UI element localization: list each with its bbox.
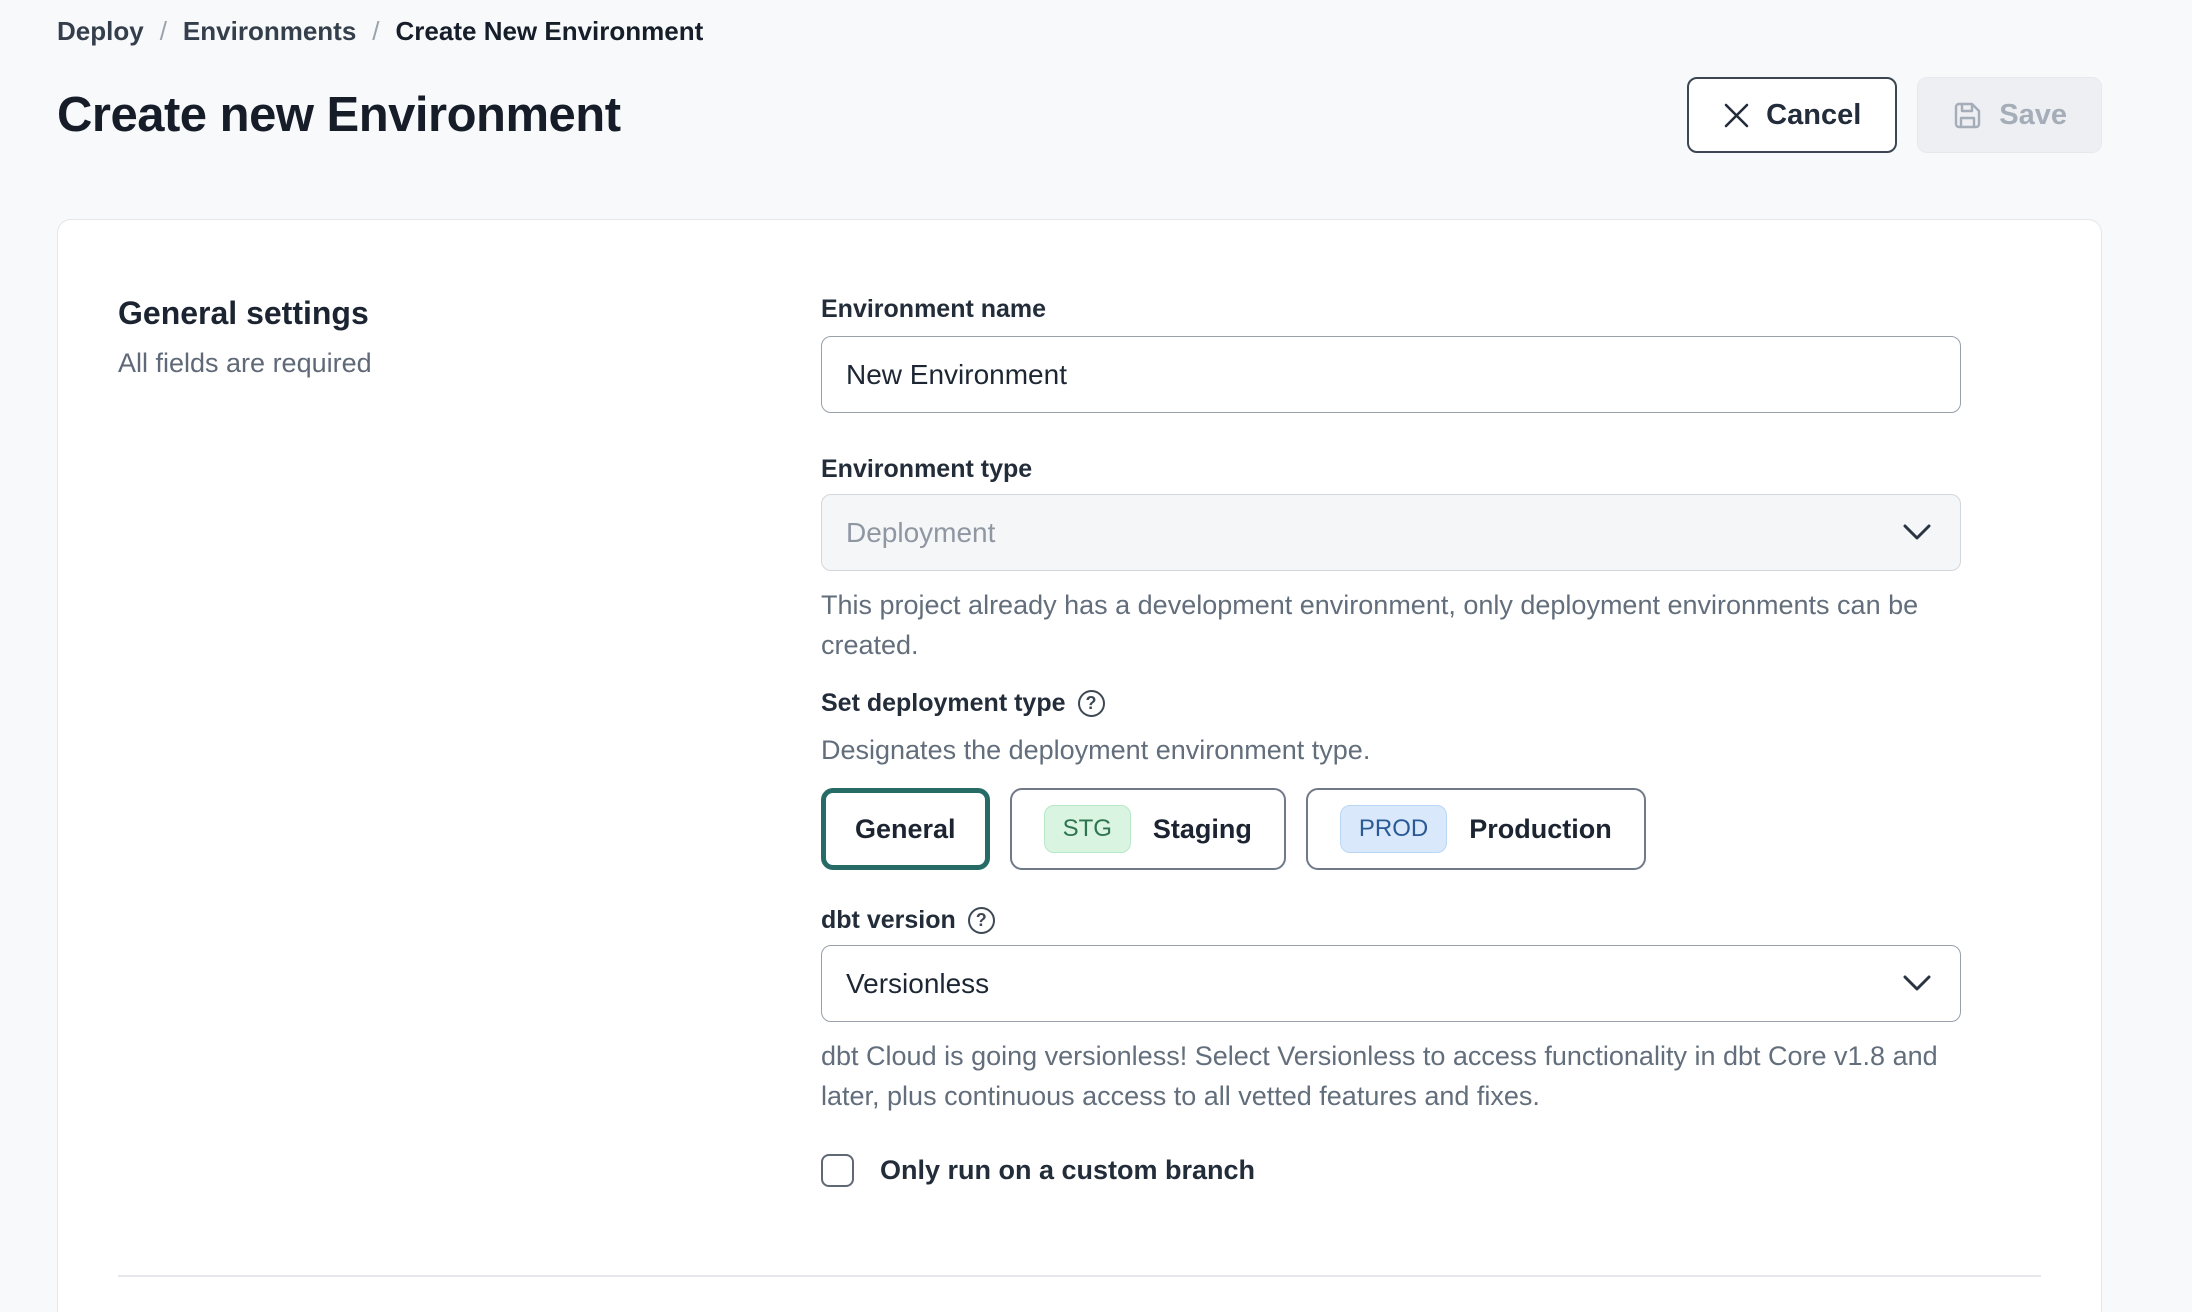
- staging-badge: STG: [1044, 805, 1131, 853]
- environment-type-value: Deployment: [846, 517, 995, 549]
- custom-branch-row: Only run on a custom branch: [821, 1154, 1961, 1187]
- deployment-type-general-label: General: [855, 814, 956, 845]
- page-title: Create new Environment: [57, 87, 621, 143]
- deployment-type-production-button[interactable]: PROD Production: [1306, 788, 1646, 870]
- save-button[interactable]: Save: [1917, 77, 2102, 153]
- help-icon[interactable]: ?: [1078, 690, 1105, 717]
- deployment-type-options: General STG Staging PROD Production: [821, 788, 1961, 870]
- breadcrumb-separator: /: [160, 16, 167, 47]
- deployment-type-general-button[interactable]: General: [821, 788, 990, 870]
- environment-name-label: Environment name: [821, 295, 1961, 324]
- custom-branch-label: Only run on a custom branch: [880, 1155, 1255, 1186]
- breadcrumb-deploy[interactable]: Deploy: [57, 16, 144, 47]
- dbt-version-label-text: dbt version: [821, 906, 956, 935]
- environment-type-label: Environment type: [821, 455, 1961, 484]
- section-subheading: All fields are required: [118, 348, 821, 379]
- cancel-button[interactable]: Cancel: [1687, 77, 1897, 153]
- create-environment-page: Deploy / Environments / Create New Envir…: [0, 0, 2192, 1312]
- settings-description-column: General settings All fields are required: [118, 295, 821, 1187]
- breadcrumb-environments[interactable]: Environments: [183, 16, 356, 47]
- cancel-button-label: Cancel: [1766, 99, 1861, 132]
- settings-form-column: Environment name Environment type Deploy…: [821, 295, 1961, 1187]
- deployment-type-production-label: Production: [1469, 814, 1612, 845]
- deployment-type-staging-label: Staging: [1153, 814, 1252, 845]
- environment-type-select: Deployment: [821, 494, 1961, 571]
- production-badge: PROD: [1340, 805, 1447, 853]
- chevron-down-icon: [1902, 968, 1932, 1000]
- page-header: Create new Environment Cancel: [57, 77, 2102, 153]
- custom-branch-checkbox[interactable]: [821, 1154, 854, 1187]
- deployment-type-staging-button[interactable]: STG Staging: [1010, 788, 1286, 870]
- floppy-disk-icon: [1952, 100, 1983, 131]
- dbt-version-value: Versionless: [846, 968, 989, 1000]
- deployment-type-label-text: Set deployment type: [821, 689, 1066, 718]
- dbt-version-label: dbt version ?: [821, 906, 1961, 935]
- chevron-down-icon: [1902, 517, 1932, 549]
- deployment-type-helper: Designates the deployment environment ty…: [821, 730, 1961, 770]
- close-icon: [1723, 102, 1750, 129]
- breadcrumb: Deploy / Environments / Create New Envir…: [57, 16, 2102, 47]
- dbt-version-helper: dbt Cloud is going versionless! Select V…: [821, 1036, 1961, 1116]
- breadcrumb-separator: /: [372, 16, 379, 47]
- help-icon[interactable]: ?: [968, 907, 995, 934]
- section-heading: General settings: [118, 295, 821, 332]
- deployment-type-label: Set deployment type ?: [821, 689, 1961, 718]
- environment-name-field: Environment name: [821, 295, 1961, 413]
- environment-type-helper: This project already has a development e…: [821, 585, 1961, 665]
- deployment-type-field: Set deployment type ? Designates the dep…: [821, 689, 1961, 870]
- dbt-version-field: dbt version ? Versionless dbt Cloud is g…: [821, 906, 1961, 1116]
- dbt-version-select[interactable]: Versionless: [821, 945, 1961, 1022]
- save-button-label: Save: [1999, 99, 2067, 132]
- general-settings-card: General settings All fields are required…: [57, 219, 2102, 1312]
- breadcrumb-current-page: Create New Environment: [396, 16, 704, 47]
- environment-name-input[interactable]: [821, 336, 1961, 413]
- header-actions: Cancel Save: [1687, 77, 2102, 153]
- environment-type-field: Environment type Deployment This project…: [821, 455, 1961, 665]
- section-divider: [118, 1275, 2041, 1277]
